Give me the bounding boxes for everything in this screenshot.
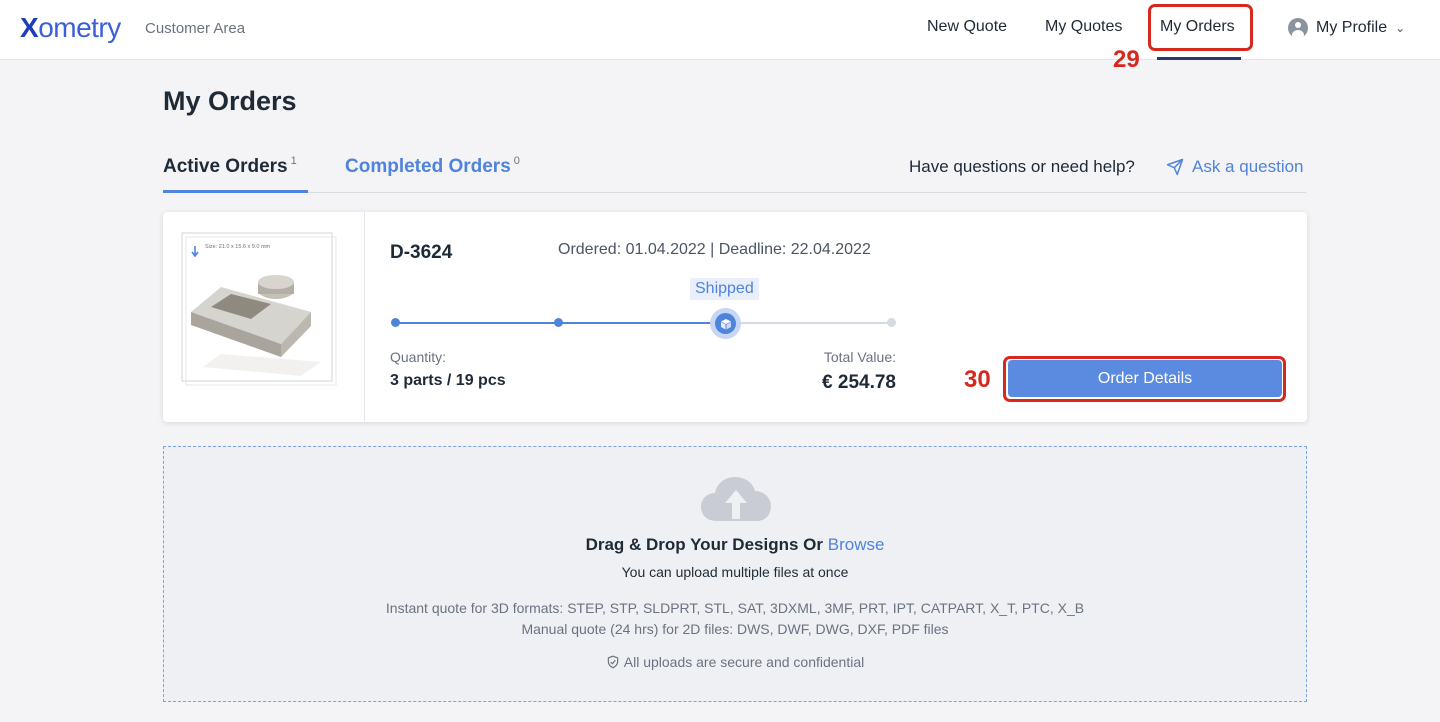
customer-area-label: Customer Area — [145, 20, 246, 37]
upload-dropzone[interactable]: Drag & Drop Your Designs Or Browse You c… — [163, 446, 1307, 702]
tab-active-count: 1 — [290, 155, 297, 167]
tab-active-orders[interactable]: Active Orders 1 — [163, 155, 297, 178]
part-3d-preview: Size: 21.0 x 15.6 x 9.0 mm — [181, 232, 337, 386]
secure-note: All uploads are secure and confidential — [164, 654, 1306, 670]
tab-completed-count: 0 — [513, 155, 520, 167]
thumb-size-caption: Size: 21.0 x 15.6 x 9.0 mm — [205, 244, 271, 250]
progress-step-1 — [391, 318, 400, 327]
progress-step-3-current — [710, 308, 741, 339]
avatar-icon — [1288, 18, 1308, 38]
page-title: My Orders — [163, 86, 297, 116]
supported-formats: Instant quote for 3D formats: STEP, STP,… — [164, 598, 1306, 640]
annotation-number-29: 29 — [1113, 46, 1140, 73]
profile-label: My Profile — [1316, 19, 1388, 36]
xometry-logo[interactable]: Xometry — [20, 12, 121, 44]
order-id: D-3624 — [390, 242, 453, 263]
shield-check-icon — [607, 655, 618, 669]
total-value-label: Total Value: — [823, 349, 896, 365]
progress-step-4 — [887, 318, 896, 327]
quantity-label: Quantity: — [390, 349, 447, 365]
help-text: Have questions or need help? — [909, 157, 1135, 176]
total-value: € 254.78 — [822, 372, 896, 393]
browse-link[interactable]: Browse — [828, 535, 885, 554]
status-badge: Shipped — [690, 278, 759, 300]
nav-my-quotes[interactable]: My Quotes — [1045, 18, 1122, 36]
ask-question-label: Ask a question — [1192, 157, 1304, 176]
part-thumbnail[interactable]: Size: 21.0 x 15.6 x 9.0 mm — [163, 212, 365, 422]
quantity-value: 3 parts / 19 pcs — [390, 372, 506, 389]
highlight-box-my-orders — [1148, 4, 1253, 51]
formats-2d: Manual quote (24 hrs) for 2D files: DWS,… — [521, 621, 949, 637]
formats-3d: Instant quote for 3D formats: STEP, STP,… — [385, 600, 1085, 616]
profile-menu[interactable]: My Profile ⌄ — [1288, 18, 1405, 38]
multi-upload-text: You can upload multiple files at once — [621, 564, 849, 580]
tab-completed-label: Completed Orders — [345, 156, 511, 177]
order-dates: Ordered: 01.04.2022 | Deadline: 22.04.20… — [558, 241, 871, 258]
tab-active-label: Active Orders — [163, 156, 288, 177]
nav-new-quote[interactable]: New Quote — [927, 18, 1007, 36]
nav-active-underline — [1157, 57, 1241, 60]
highlight-box-order-details — [1003, 356, 1286, 402]
tab-active-underline — [163, 190, 308, 193]
annotation-number-30: 30 — [964, 366, 991, 393]
ask-question-link[interactable]: Ask a question — [1166, 157, 1304, 177]
progress-step-2 — [554, 318, 563, 327]
cloud-upload-icon — [701, 477, 771, 521]
package-icon — [720, 318, 731, 329]
chevron-down-icon: ⌄ — [1395, 21, 1406, 35]
paper-plane-icon — [1166, 158, 1184, 176]
drag-drop-text: Drag & Drop Your Designs Or Browse — [585, 535, 885, 554]
tab-completed-orders[interactable]: Completed Orders 0 — [345, 155, 520, 178]
tabs-divider — [163, 192, 1306, 193]
